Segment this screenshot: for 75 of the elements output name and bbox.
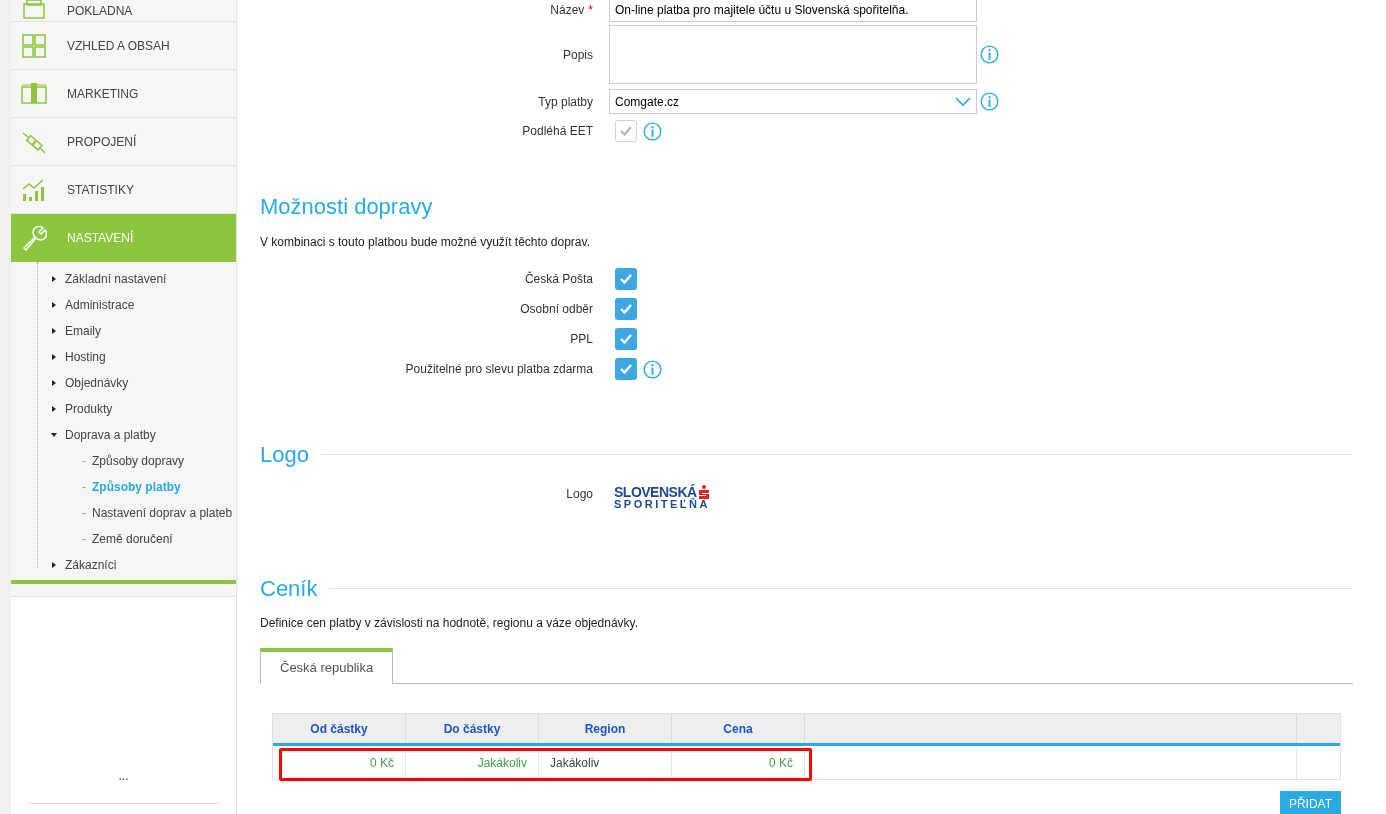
checkbox-label: PPL [570,332,593,346]
field-label: Podléhá EET [522,124,593,138]
menu-item[interactable]: Země doručení [92,530,173,548]
column-header: Region [539,714,672,743]
table-cell: 0 Kč [672,746,805,779]
column-header: Cena [672,714,805,743]
checkbox-label: Osobní odběr [520,302,593,316]
description-text-area[interactable] [609,25,977,84]
menu-item[interactable]: Administrace [11,292,236,318]
section-description: Definice cen platby v závislosti na hodnotě, regionu a váze objednávky. [260,615,639,632]
tab[interactable]: Česká republika [260,648,394,684]
caret-right-icon [51,354,57,360]
checkbox[interactable] [615,268,637,290]
table-cell: Jakákoliv [406,746,539,779]
sidebar-item[interactable]: PROPOJENÍ [11,118,236,166]
grid-icon [21,32,47,59]
menu-item[interactable]: Nastavení doprav a plateb [92,504,233,522]
section-title: Logo [260,441,309,469]
sidebar-item[interactable]: VZHLED A OBSAH [11,22,236,70]
field-label: Název [550,3,585,17]
more-text: ... [118,768,129,785]
chevron-down-icon [955,96,971,107]
checkbox-label: Česká Pošta [524,272,593,286]
column-header: Do částky [406,714,539,743]
dash: - [82,479,86,496]
table-cell: Jakákoliv [539,746,672,779]
checkmark-icon [619,363,633,375]
checkmark-icon [619,333,633,345]
checkbox[interactable] [615,298,637,320]
info-icon[interactable] [643,121,662,141]
info-icon[interactable] [980,45,999,64]
checkbox[interactable] [615,358,637,380]
sidebar-item[interactable]: MARKETING [11,70,236,118]
checkmark-icon [619,273,633,285]
menu-item[interactable]: Způsoby dopravy [92,452,185,470]
menu-item[interactable]: Emaily [11,318,236,344]
money-icon [21,80,47,107]
s-symbol-icon [697,485,710,499]
dash: - [82,531,86,548]
dash: - [82,505,86,522]
bank-logo: SLOVENSKÁ SPORITEĽŇA [614,485,710,510]
caret-right-icon [51,302,57,308]
section-description: V kombinaci s touto platbou bude možné využít těchto doprav. [260,234,591,251]
menu-item[interactable]: Doprava a platby [11,422,236,448]
checkmark-icon [619,303,633,315]
chart-icon [21,176,47,203]
dash: - [82,453,86,470]
field-label: Typ platby [538,94,593,109]
info-icon[interactable] [980,92,999,111]
checkbox-label: Použitelné pro slevu platba zdarma [405,362,593,376]
field-label: Logo [566,487,593,501]
name-input-field[interactable]: On-line platba pro majitele účtu u Slovenská spořitelňa. [609,0,977,22]
caret-right-icon [51,562,57,568]
menu-item[interactable]: Základní nastavení [11,266,236,292]
wrench-icon [21,224,47,251]
required-mark: * [588,3,593,17]
caret-right-icon [51,406,57,412]
info-icon[interactable] [643,359,662,379]
menu-item[interactable]: Objednávky [11,370,236,396]
section-title: Ceník [260,575,318,603]
payment-type-dropdown[interactable]: Comgate.cz [609,89,977,114]
caret-down-icon [51,432,57,438]
menu-item[interactable]: Hosting [11,344,236,370]
caret-right-icon [51,328,57,334]
caret-right-icon [51,380,57,386]
checkbox[interactable] [615,328,637,350]
sidebar-item[interactable]: POKLADNA [11,0,236,22]
table-cell: 0 Kč [273,746,406,779]
menu-item[interactable]: Produkty [11,396,236,422]
section-title: Možnosti dopravy [260,193,433,221]
column-header: Od částky [273,714,406,743]
field-label: Popis [562,47,593,62]
register-icon [21,0,47,21]
caret-right-icon [51,276,57,282]
menu-item[interactable]: Zákazníci [11,552,236,578]
